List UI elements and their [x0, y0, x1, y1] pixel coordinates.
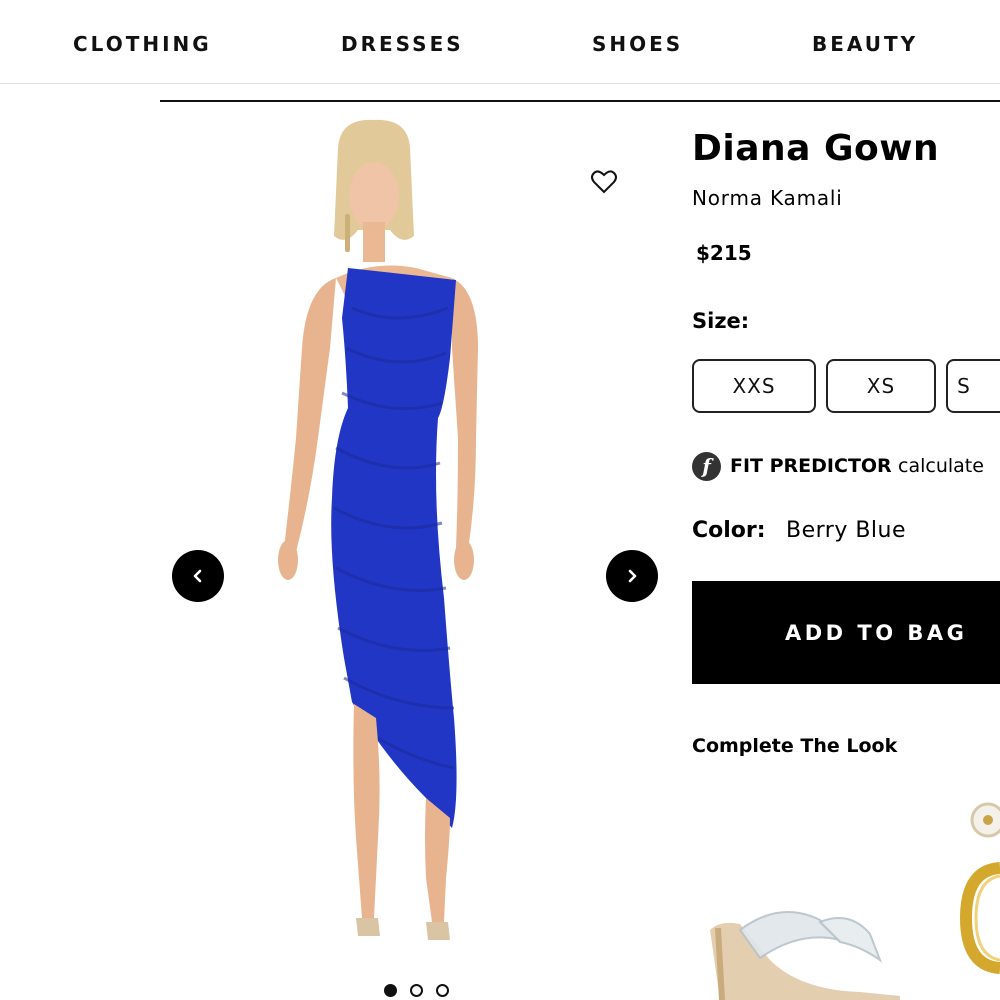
chevron-left-icon: [193, 569, 202, 583]
product-gallery: [160, 118, 670, 1000]
nav-link-dresses[interactable]: DRESSES: [341, 32, 464, 56]
add-to-bag-button[interactable]: ADD TO BAG: [692, 581, 1000, 684]
size-option-s[interactable]: S: [946, 359, 1000, 413]
nav-link-shoes[interactable]: SHOES: [592, 32, 683, 56]
gallery-dot[interactable]: [384, 984, 397, 997]
color-label: Color:: [692, 518, 766, 543]
top-nav: CLOTHING DRESSES SHOES BEAUTY: [0, 0, 1000, 84]
section-divider: [160, 100, 1000, 102]
complete-the-look-heading: Complete The Look: [692, 735, 898, 757]
fit-predictor-logo-icon: f: [692, 452, 721, 481]
size-option-xs[interactable]: XS: [826, 359, 936, 413]
chevron-right-icon: [628, 569, 637, 583]
size-option-xxs[interactable]: XXS: [692, 359, 816, 413]
nav-link-clothing[interactable]: CLOTHING: [73, 32, 212, 56]
fit-predictor-name: FIT PREDICTOR: [730, 455, 892, 477]
gallery-dot[interactable]: [436, 984, 449, 997]
nav-link-beauty[interactable]: BEAUTY: [812, 32, 918, 56]
size-label: Size:: [692, 309, 750, 333]
gallery-prev-button[interactable]: [172, 550, 224, 602]
gallery-next-button[interactable]: [606, 550, 658, 602]
product-photo[interactable]: [266, 118, 556, 968]
product-price: $215: [696, 241, 752, 265]
fit-predictor-link[interactable]: f FIT PREDICTOR calculate: [692, 452, 1000, 482]
gold-hoop-earrings-icon[interactable]: [958, 798, 1000, 978]
clear-strap-sandal-icon[interactable]: [700, 900, 910, 1000]
heart-outline-icon[interactable]: [590, 168, 618, 196]
color-value: Berry Blue: [786, 518, 907, 543]
fit-predictor-text: calculate: [898, 455, 984, 477]
product-brand-link[interactable]: Norma Kamali: [692, 186, 843, 210]
gallery-dot[interactable]: [410, 984, 423, 997]
product-title: Diana Gown: [692, 128, 940, 169]
